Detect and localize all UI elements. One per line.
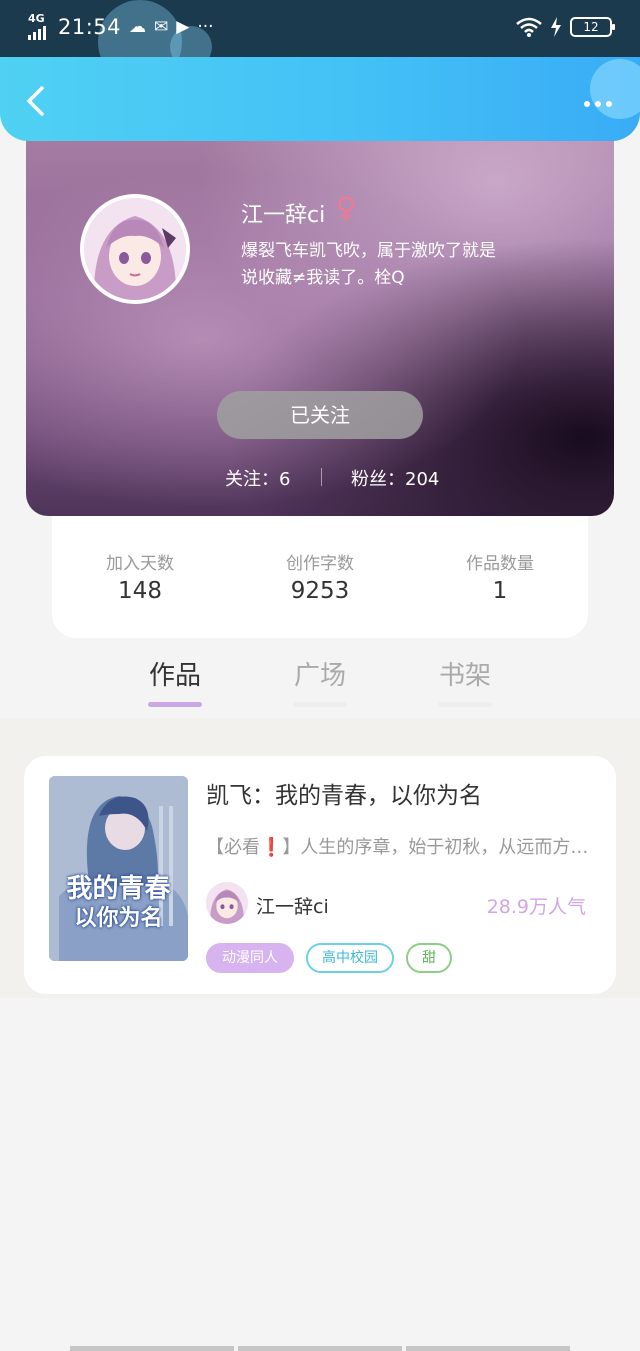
stat-value: 9253 — [290, 578, 350, 604]
battery-indicator: 12 — [570, 17, 615, 37]
tab-indicator — [293, 702, 347, 707]
tab-label: 广场 — [293, 661, 346, 691]
book-cover[interactable]: 我的青春 以你为名 — [49, 776, 188, 961]
stat-join-days: 加入天数 148 — [75, 549, 205, 604]
following-count[interactable]: 关注：6 — [225, 465, 290, 491]
tag-list: 动漫同人 高中校园 甜 — [206, 943, 452, 973]
stat-value: 1 — [492, 578, 508, 604]
tab-indicator — [148, 702, 202, 707]
profile-card: 江一辞ci ♀ 爆裂飞车凯飞吹，属于激吹了就是说收藏≠我读了。栓Q 已关注 关注… — [26, 125, 614, 516]
tag-campus[interactable]: 高中校园 — [306, 943, 394, 973]
network-type: 4G — [28, 12, 45, 25]
work-card[interactable]: 我的青春 以你为名 凯飞：我的青春，以你为名 【必看❗】人生的序章，始于初秋，从… — [24, 756, 616, 994]
top-header — [0, 57, 640, 141]
stats-card: 加入天数 148 创作字数 9253 作品数量 1 — [52, 500, 588, 638]
divider — [321, 468, 322, 486]
work-title[interactable]: 凯飞：我的青春，以你为名 — [206, 776, 482, 810]
follow-button[interactable]: 已关注 — [217, 391, 423, 439]
stat-value: 148 — [118, 578, 162, 604]
status-right: 12 — [516, 17, 615, 37]
content-tabs: 作品 广场 书架 — [0, 655, 640, 715]
tab-label: 作品 — [148, 661, 201, 691]
author-avatar[interactable] — [206, 882, 248, 924]
tag-anime-fanfic[interactable]: 动漫同人 — [206, 943, 294, 973]
more-notifications: ··· — [197, 17, 214, 37]
status-left: 4G 21:54 ☁ ✉ ▶ ··· — [28, 12, 214, 40]
more-options-icon[interactable] — [584, 101, 612, 107]
tab-label: 书架 — [438, 661, 491, 691]
back-arrow-icon[interactable] — [22, 85, 48, 117]
fans-count[interactable]: 粉丝：204 — [351, 465, 439, 491]
video-icon: ▶ — [176, 17, 190, 37]
signal-icon: 4G — [28, 12, 50, 40]
tag-sweet[interactable]: 甜 — [406, 943, 452, 973]
author-row: 江一辞ci 28.9万人气 — [206, 882, 586, 924]
popularity-count: 28.9万人气 — [486, 896, 586, 918]
profile-bio: 爆裂飞车凯飞吹，属于激吹了就是说收藏≠我读了。栓Q — [241, 241, 496, 288]
status-bar: 4G 21:54 ☁ ✉ ▶ ··· 12 — [0, 0, 640, 84]
gesture-bar — [70, 1346, 570, 1351]
tab-indicator — [438, 702, 492, 707]
tab-bookshelf[interactable]: 书架 — [425, 655, 505, 707]
author-name: 江一辞ci — [256, 896, 329, 918]
stat-label: 加入天数 — [106, 554, 174, 574]
user-avatar[interactable] — [80, 194, 190, 304]
wifi-icon — [516, 17, 542, 37]
stat-works: 作品数量 1 — [435, 549, 565, 604]
stat-label: 作品数量 — [466, 554, 534, 574]
cover-title-line2: 以你为名 — [74, 905, 163, 931]
work-description: 【必看❗】人生的序章，始于初秋，从远而方来… — [206, 837, 594, 858]
decor-bubble — [590, 59, 640, 119]
female-icon: ♀ — [336, 191, 357, 224]
tab-square[interactable]: 广场 — [280, 655, 360, 707]
cloud-icon: ☁ — [129, 17, 147, 37]
stat-word-count: 创作字数 9253 — [255, 549, 385, 604]
wechat-icon: ✉ — [154, 17, 169, 37]
stat-label: 创作字数 — [286, 554, 354, 574]
tab-works[interactable]: 作品 — [135, 655, 215, 707]
charging-icon — [551, 17, 561, 37]
clock: 21:54 — [58, 15, 122, 39]
profile-name: 江一辞ci — [241, 203, 326, 228]
